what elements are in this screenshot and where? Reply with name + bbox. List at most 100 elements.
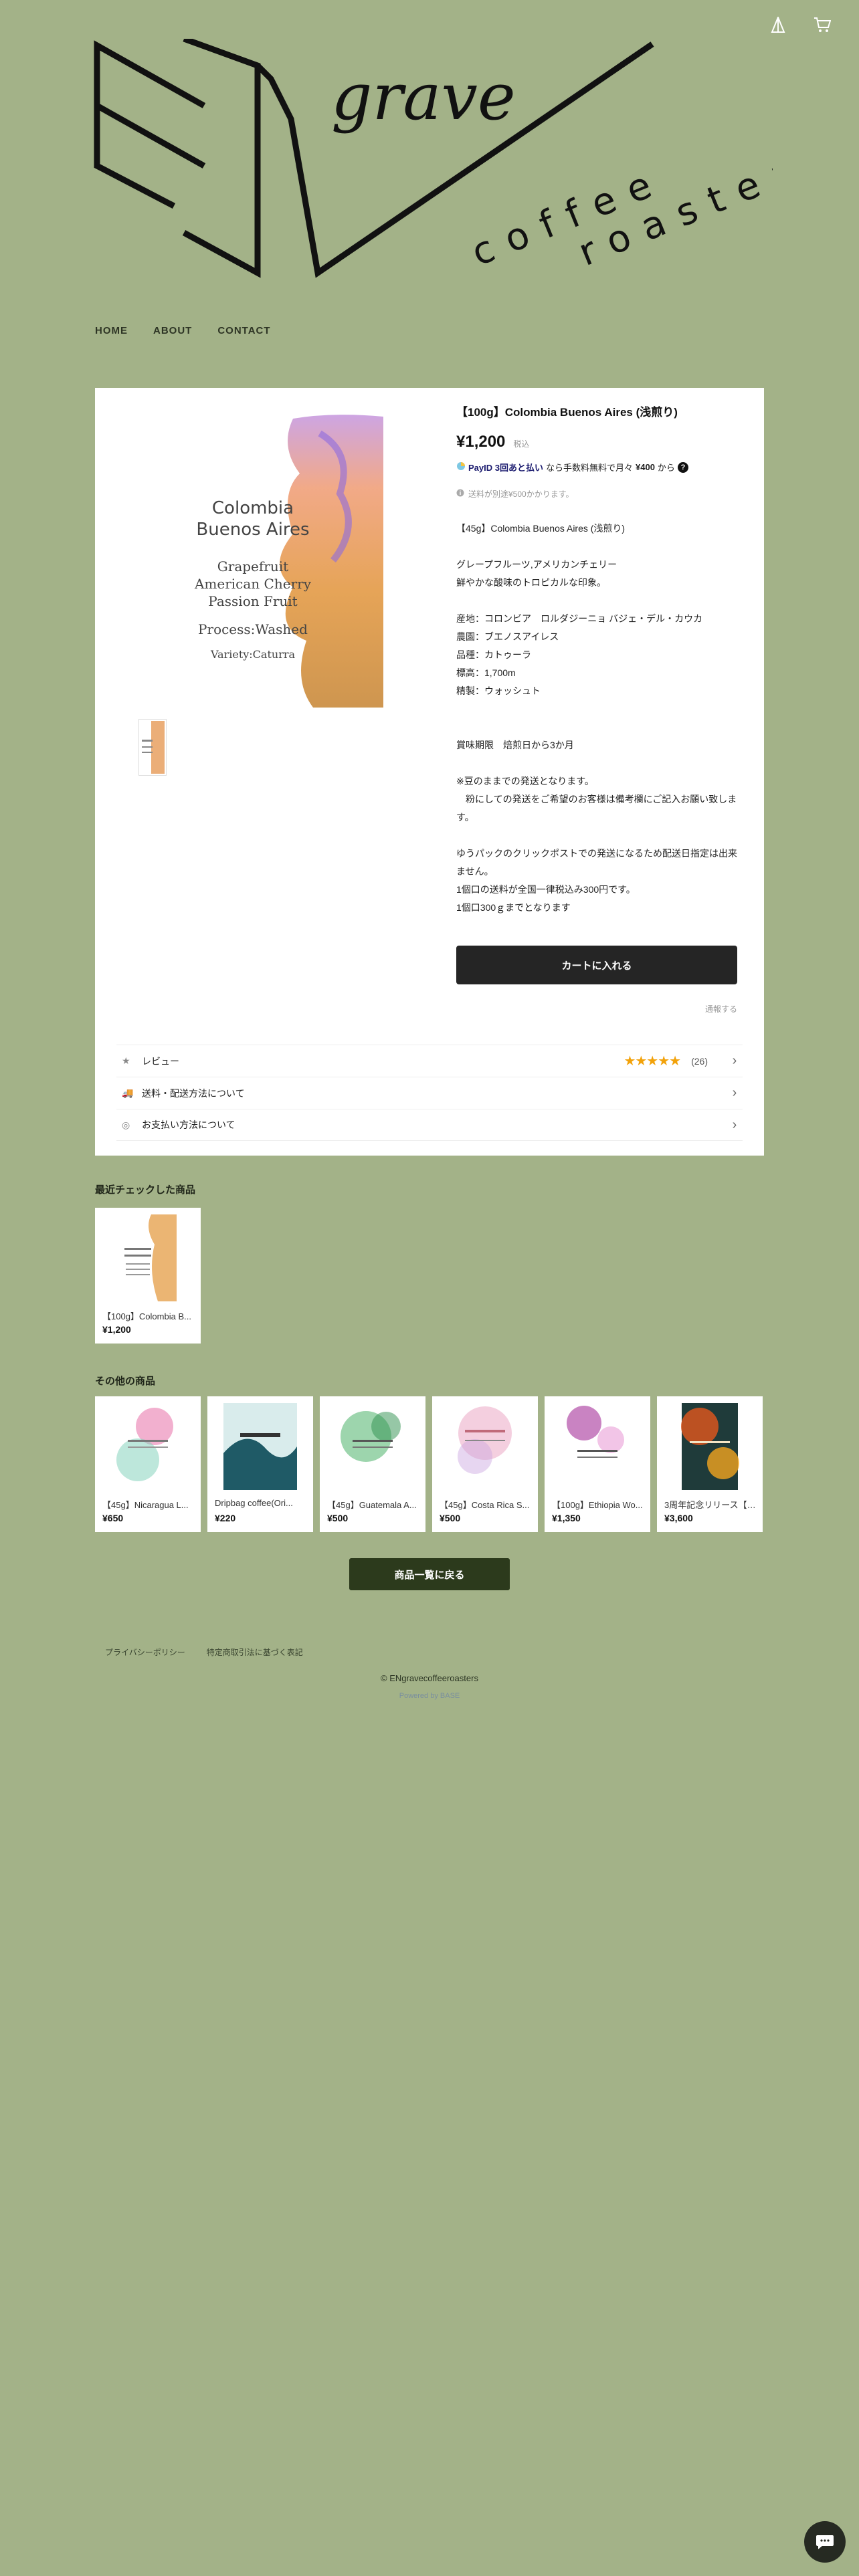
others-title: その他の商品 [95, 1376, 156, 1387]
desc-line: グレープフルーツ,アメリカンチェリー [456, 559, 617, 570]
product-tile-image [207, 1396, 313, 1497]
chat-button[interactable] [804, 2521, 846, 2563]
recent-item-price: ¥1,200 [102, 1324, 131, 1335]
product-tile-name: 【45g】Costa Rica S... [440, 1500, 530, 1510]
product-tile-name: 3周年記念リリース【3... [664, 1500, 758, 1510]
product-description: 【45g】Colombia Buenos Aires (浅煎り) グレープフルー… [456, 520, 737, 917]
shipping-row[interactable]: 🚚 送料・配送方法について › [116, 1077, 743, 1109]
product-tile-name: 【45g】Nicaragua L... [102, 1500, 189, 1510]
product-price: ¥1,200 [456, 433, 506, 451]
desc-line: 1個口の送料が全国一律税込み300円です。 [456, 884, 636, 895]
truck-icon: 🚚 [122, 1087, 134, 1098]
chat-icon [816, 2535, 834, 2549]
desc-line: 1個口300ｇまでとなります [456, 902, 571, 913]
product-tile-price: ¥1,350 [552, 1513, 581, 1523]
desc-line: 賞味期限 焙煎日から3か月 [456, 740, 574, 750]
reviews-row[interactable]: ★ レビュー ★★★★★ (26) › [116, 1045, 743, 1077]
cart-icon[interactable] [812, 15, 832, 35]
image-origin: Colombia [212, 498, 294, 518]
payid-amount: ¥400 [636, 462, 655, 472]
product-tile[interactable]: 【45g】Nicaragua L... ¥650 [95, 1396, 201, 1532]
nav-about[interactable]: ABOUT [153, 325, 192, 336]
recent-item-image [95, 1208, 201, 1308]
copyright: © ENgravecoffeeroasters [381, 1673, 478, 1683]
product-tile-image [545, 1396, 650, 1497]
payid-brand: PayID 3回あと払い [468, 463, 543, 473]
help-icon[interactable]: ? [677, 461, 688, 473]
payment-row[interactable]: ◎ お支払い方法について › [116, 1109, 743, 1141]
product-tile-name: 【100g】Ethiopia Wo... [552, 1500, 643, 1510]
shipping-note: 送料が別途¥500かかります。 [456, 488, 737, 500]
desc-line: 品種：カトゥーラ [456, 649, 531, 660]
recent-item-name: 【100g】Colombia B... [102, 1311, 191, 1321]
product-tile-image [95, 1396, 201, 1497]
product-tile[interactable]: 【45g】Guatemala A... ¥500 [320, 1396, 425, 1532]
product-tile-price: ¥220 [215, 1513, 236, 1523]
desc-line: ※豆のままでの発送となります。 [456, 776, 594, 786]
desc-line: ゆうパックのクリックポストでの発送になるため配送日指定は出来ません。 [456, 848, 737, 877]
back-to-list-button[interactable]: 商品一覧に戻る [349, 1558, 510, 1590]
shipping-label: 送料・配送方法について [142, 1087, 245, 1099]
desc-line: 産地：コロンビア ロルダジーニョ バジェ・デル・カウカ [456, 613, 703, 624]
footer-links: プライバシーポリシー 特定商取引法に基づく表記 [105, 1646, 303, 1658]
product-tile-image [320, 1396, 425, 1497]
desc-line: 鮮やかな酸味のトロピカルな印象。 [456, 577, 606, 588]
legal-notice-link[interactable]: 特定商取引法に基づく表記 [207, 1646, 303, 1658]
product-title: 【100g】Colombia Buenos Aires (浅煎り) [456, 406, 678, 419]
product-main-image[interactable]: Colombia Buenos Aires Grapefruit America… [193, 413, 387, 711]
payid-text: なら手数料無料で月々 [545, 463, 633, 473]
product-tile[interactable]: Dripbag coffee(Ori... ¥220 [207, 1396, 313, 1532]
product-tile[interactable]: 【100g】Ethiopia Wo... ¥1,350 [545, 1396, 650, 1532]
recent-item[interactable]: 【100g】Colombia B... ¥1,200 [95, 1208, 201, 1344]
payment-label: お支払い方法について [142, 1119, 235, 1130]
product-tile[interactable]: 3周年記念リリース【3... ¥3,600 [657, 1396, 763, 1532]
desc-line [456, 700, 737, 718]
shipping-note-text: 送料が別途¥500かかります。 [468, 490, 574, 499]
desc-line: 標高：1,700m [456, 667, 516, 678]
product-tile-name: Dripbag coffee(Ori... [215, 1498, 293, 1508]
image-variety: Variety:Caturra [210, 648, 296, 661]
add-to-cart-button[interactable]: カートに入れる [456, 946, 737, 984]
product-tile-price: ¥3,600 [664, 1513, 693, 1523]
payid-banner: PayID 3回あと払い なら手数料無料で月々 ¥400 から ? [456, 461, 737, 473]
payid-suffix: から [657, 463, 675, 473]
powered-by[interactable]: Powered by BASE [0, 1692, 859, 1700]
tax-label: 税込 [513, 439, 530, 449]
desc-line [456, 718, 737, 736]
desc-line: 農園：ブエノスアイレス [456, 631, 559, 642]
nav-home[interactable]: HOME [95, 325, 128, 336]
product-thumbnail[interactable] [138, 719, 167, 776]
image-note-3: Passion Fruit [208, 593, 297, 609]
reviews-label: レビュー [142, 1055, 179, 1067]
product-tile-name: 【45g】Guatemala A... [327, 1500, 417, 1510]
desc-line [456, 827, 737, 845]
chevron-right-icon: › [732, 1053, 737, 1068]
main-nav: HOME ABOUT CONTACT [95, 325, 271, 336]
product-tile-price: ¥500 [440, 1513, 461, 1523]
review-count: (26) [691, 1055, 708, 1067]
star-icon: ★ [122, 1055, 130, 1066]
product-tile-image [657, 1396, 763, 1497]
desc-line: 精製：ウォッシュト [456, 685, 541, 696]
image-note-1: Grapefruit [217, 558, 288, 574]
payid-icon [456, 461, 466, 473]
desc-line [456, 592, 737, 610]
product-card: Colombia Buenos Aires Grapefruit America… [95, 388, 764, 1156]
rating-stars: ★★★★★ [624, 1054, 681, 1069]
site-logo[interactable]: grave coffee roasters [90, 35, 840, 280]
desc-line [456, 754, 737, 772]
recent-title: 最近チェックした商品 [95, 1184, 196, 1196]
base-icon[interactable] [768, 15, 788, 35]
privacy-policy-link[interactable]: プライバシーポリシー [105, 1646, 185, 1658]
nav-contact[interactable]: CONTACT [217, 325, 270, 336]
svg-text:grave: grave [331, 60, 516, 134]
image-process: Process:Washed [198, 621, 308, 637]
info-icon [456, 489, 464, 499]
image-region: Buenos Aires [196, 520, 309, 540]
product-info: 【100g】Colombia Buenos Aires (浅煎り) ¥1,200… [456, 403, 737, 917]
chevron-right-icon: › [732, 1085, 737, 1100]
report-link[interactable]: 通報する [705, 1003, 737, 1014]
product-tile[interactable]: 【45g】Costa Rica S... ¥500 [432, 1396, 538, 1532]
product-tile-image [432, 1396, 538, 1497]
desc-line: 【45g】Colombia Buenos Aires (浅煎り) [456, 523, 626, 534]
